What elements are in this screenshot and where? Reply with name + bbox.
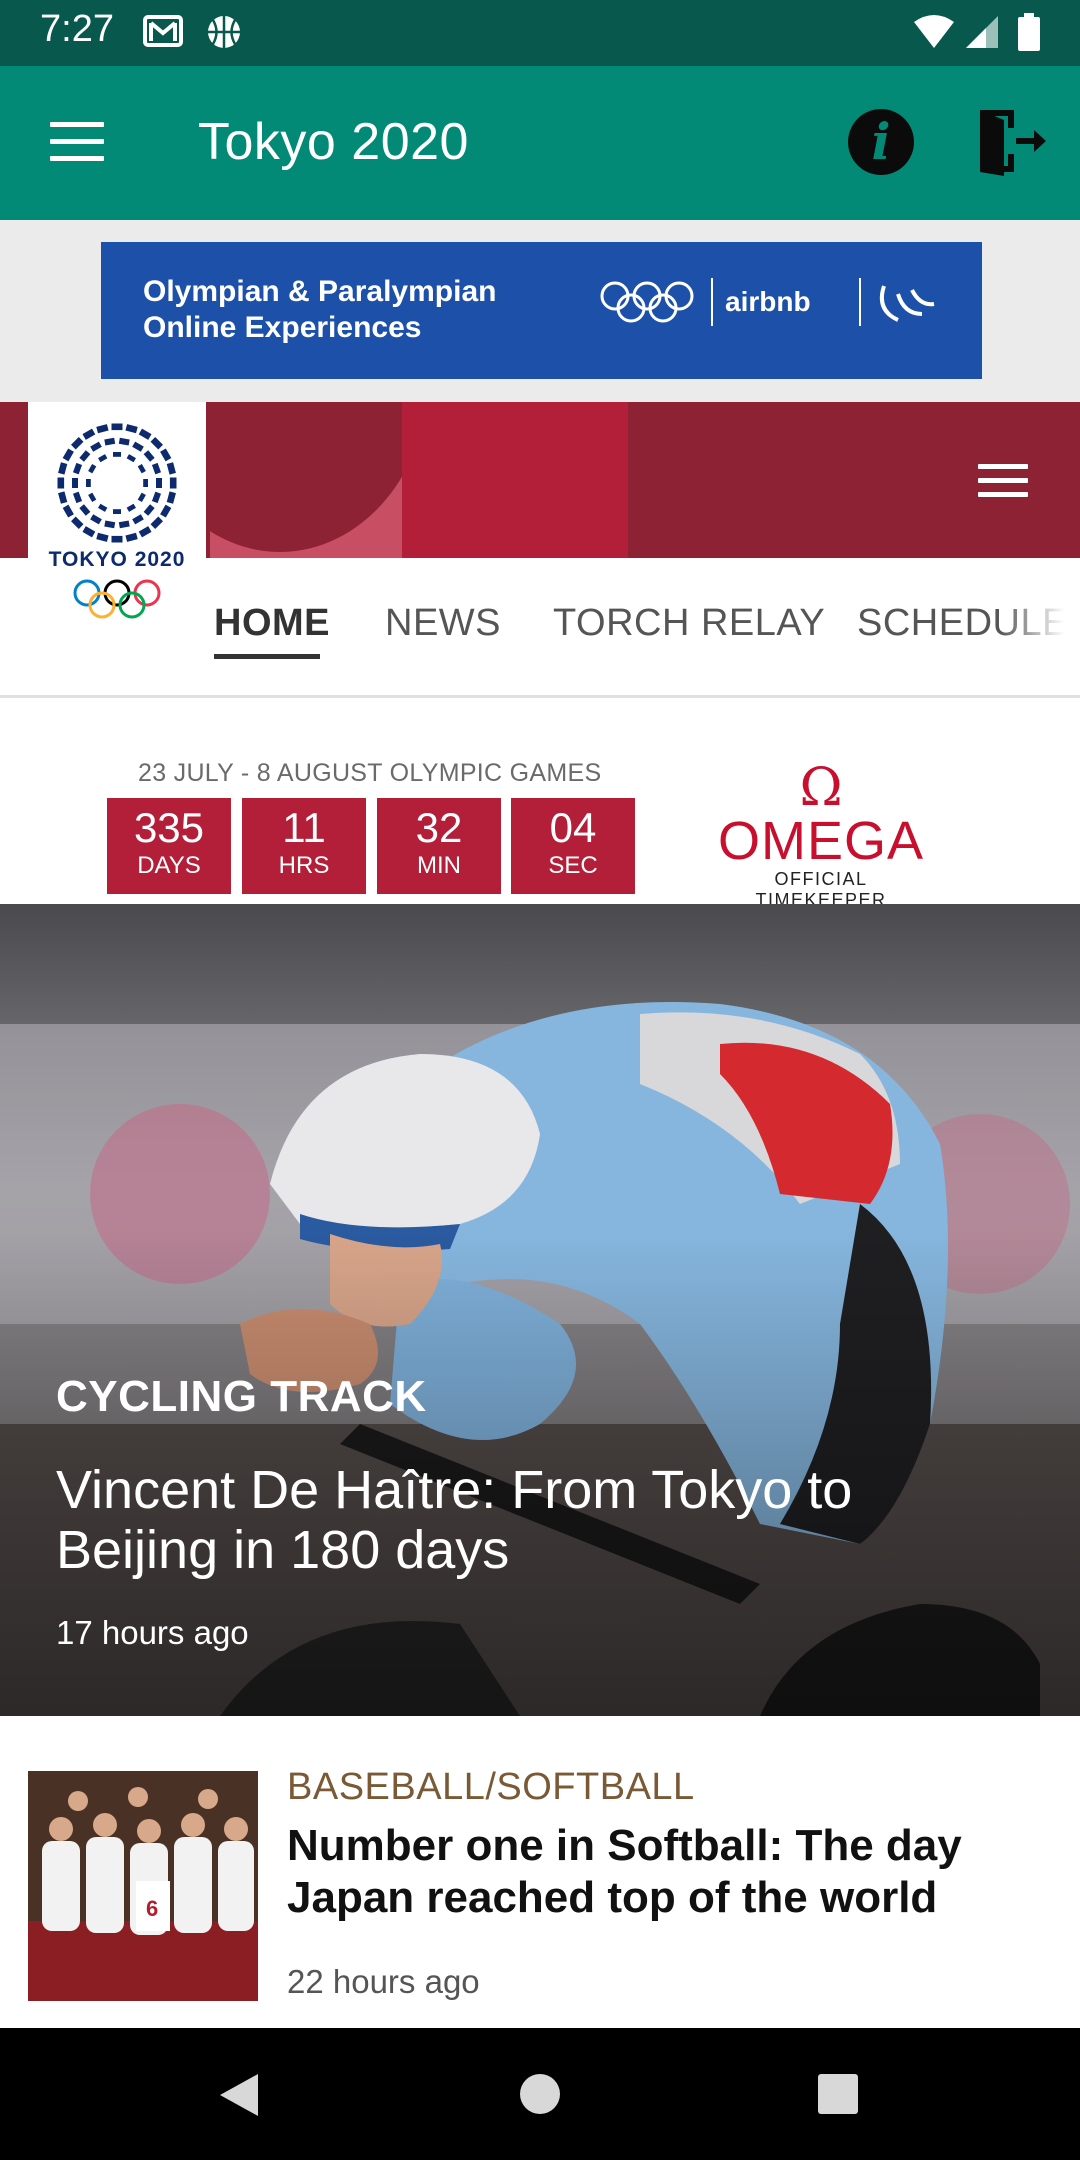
signal-icon — [966, 16, 998, 48]
active-tab-indicator — [214, 654, 320, 659]
status-bar: 7:27 — [0, 0, 1080, 66]
ad-text: Olympian & Paralympian Online Experience… — [143, 275, 497, 344]
battery-icon — [1018, 13, 1040, 51]
tokyo-2020-logo[interactable]: TOKYO 2020 — [28, 402, 206, 626]
omega-name: OMEGA — [717, 811, 925, 871]
countdown-minutes: 32 MIN — [377, 798, 501, 894]
news-thumbnail-image: 6 — [28, 1771, 258, 2001]
countdown-unit: SEC — [548, 852, 598, 879]
divider — [711, 278, 713, 326]
countdown-value: 32 — [415, 804, 463, 851]
news-thumbnail: 6 — [28, 1771, 258, 2001]
sports-ball-icon — [208, 16, 240, 48]
ad-area: Olympian & Paralympian Online Experience… — [0, 220, 1080, 402]
header-decoration — [402, 402, 628, 558]
countdown-unit: HRS — [278, 852, 330, 879]
list-item[interactable]: 6 BASEBALL/SOFTBALL Number one in Softba… — [0, 1716, 1080, 2028]
hero-article[interactable]: CYCLING TRACK Vincent De Haître: From To… — [0, 904, 1080, 1716]
hero-timestamp: 17 hours ago — [56, 1614, 249, 1651]
omega-sponsor[interactable]: Ω OMEGA OFFICIAL TIMEKEEPER — [708, 758, 934, 911]
ad-banner[interactable]: Olympian & Paralympian Online Experience… — [101, 242, 982, 379]
news-title[interactable]: Number one in Softball: The day Japan re… — [287, 1820, 1047, 1924]
app-title: Tokyo 2020 — [198, 113, 469, 171]
olympic-rings-icon — [73, 579, 161, 619]
countdown-caption: 23 JULY - 8 AUGUST OLYMPIC GAMES — [138, 759, 602, 787]
countdown-hours: 11 HRS — [242, 798, 366, 894]
countdown-seconds: 04 SEC — [511, 798, 635, 894]
site-menu-icon[interactable] — [978, 464, 1028, 506]
logo-text: TOKYO 2020 — [48, 548, 186, 571]
omega-icon: Ω — [799, 758, 843, 818]
gmail-icon — [143, 15, 183, 47]
news-sport-label: BASEBALL/SOFTBALL — [287, 1766, 695, 1808]
news-timestamp: 22 hours ago — [287, 1963, 480, 2000]
home-icon[interactable] — [520, 2074, 560, 2114]
hero-sport-label: CYCLING TRACK — [56, 1372, 427, 1421]
airbnb-brand: airbnb — [725, 286, 811, 317]
tab-fade — [1000, 588, 1080, 668]
hero-overlay — [0, 904, 1080, 1716]
app-bar: Tokyo 2020 i — [0, 66, 1080, 220]
tab-news[interactable]: NEWS — [385, 602, 501, 645]
tab-home[interactable]: HOME — [214, 602, 330, 645]
countdown-value: 04 — [549, 804, 597, 851]
countdown-unit: DAYS — [137, 852, 201, 879]
tab-torch-relay[interactable]: TORCH RELAY — [553, 602, 825, 645]
countdown-value: 335 — [133, 804, 205, 851]
countdown-days: 335 DAYS — [107, 798, 231, 894]
info-icon[interactable]: i — [848, 109, 914, 175]
svg-text:6: 6 — [146, 1896, 158, 1921]
countdown-unit: MIN — [417, 852, 461, 879]
system-nav-bar — [0, 2028, 1080, 2160]
status-time: 7:27 — [40, 8, 114, 50]
paralympic-icon — [879, 285, 935, 322]
logout-icon[interactable] — [978, 106, 1048, 176]
menu-icon[interactable] — [50, 122, 104, 162]
divider — [859, 278, 861, 326]
countdown-value: 11 — [282, 804, 326, 851]
back-icon[interactable] — [218, 2072, 260, 2118]
countdown: 23 JULY - 8 AUGUST OLYMPIC GAMES 335 DAY… — [0, 701, 1080, 910]
wifi-icon — [914, 15, 954, 48]
tokyo-emblem-icon — [57, 423, 177, 543]
olympic-rings-icon — [600, 281, 694, 323]
recents-icon[interactable] — [818, 2074, 858, 2114]
hero-title[interactable]: Vincent De Haître: From Tokyo to Beijing… — [56, 1460, 956, 1580]
